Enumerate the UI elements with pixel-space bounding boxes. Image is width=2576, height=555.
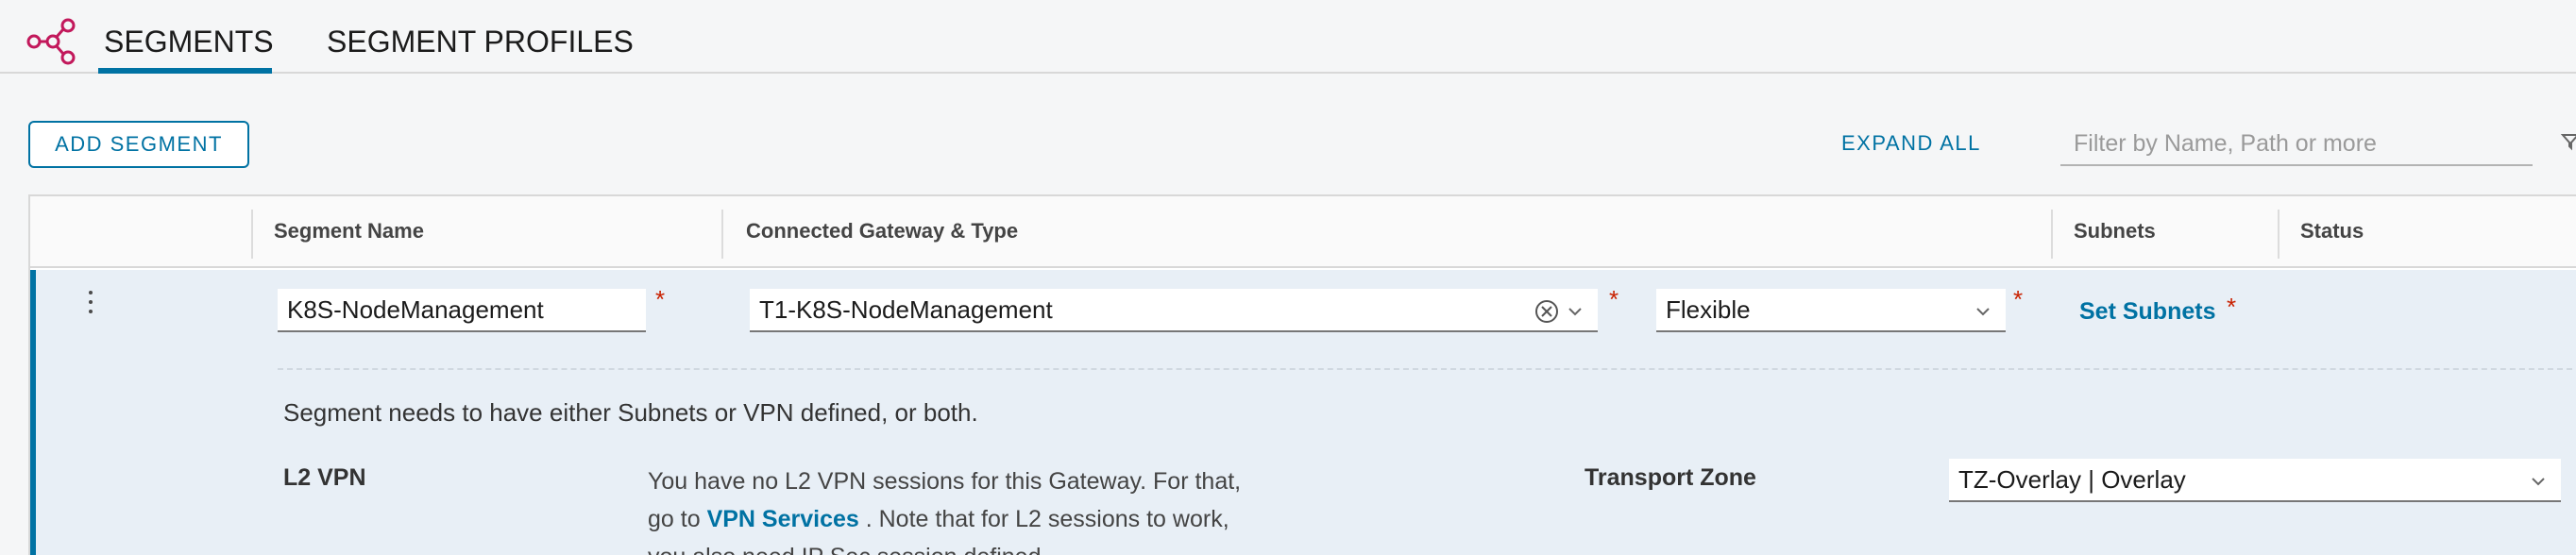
column-divider <box>251 210 253 259</box>
required-marker: * <box>2013 285 2024 313</box>
active-tab-indicator <box>98 68 272 74</box>
expand-all-button[interactable]: EXPAND ALL <box>1841 131 1981 156</box>
transport-zone-select[interactable]: TZ-Overlay | Overlay <box>1949 459 2561 502</box>
clear-icon[interactable] <box>1534 298 1560 325</box>
table-header: Segment Name Connected Gateway & Type Su… <box>30 196 2576 268</box>
column-divider <box>721 210 723 259</box>
transport-zone-label: Transport Zone <box>1585 464 1756 491</box>
vpn-services-link[interactable]: VPN Services <box>707 506 859 532</box>
column-divider <box>2278 210 2279 259</box>
segments-icon <box>26 18 76 65</box>
filter-icon[interactable] <box>2561 132 2576 151</box>
required-marker: * <box>655 285 666 313</box>
l2-vpn-text: You have no L2 VPN sessions for this Gat… <box>648 468 1242 495</box>
row-divider <box>278 368 2572 370</box>
column-header-segment-name[interactable]: Segment Name <box>274 219 424 244</box>
tabs-bar: SEGMENTS SEGMENT PROFILES <box>0 0 2576 74</box>
tab-segments[interactable]: SEGMENTS <box>104 25 274 59</box>
chevron-down-icon[interactable] <box>1568 304 1583 319</box>
column-header-status[interactable]: Status <box>2300 219 2364 244</box>
l2-vpn-text: . Note that for L2 sessions to work, <box>865 506 1229 532</box>
required-marker: * <box>1609 285 1619 313</box>
filter-input[interactable] <box>2060 123 2533 166</box>
set-subnets-link[interactable]: Set Subnets <box>2079 298 2215 326</box>
segment-requirement-note: Segment needs to have either Subnets or … <box>283 398 978 427</box>
column-header-connected-gateway[interactable]: Connected Gateway & Type <box>746 219 1018 244</box>
chevron-down-icon[interactable] <box>2531 474 2546 489</box>
column-header-subnets[interactable]: Subnets <box>2074 219 2156 244</box>
l2-vpn-text: you also need IP Sec session defined. <box>648 544 1047 555</box>
chevron-down-icon[interactable] <box>1975 304 1991 319</box>
segment-name-input[interactable]: K8S-NodeManagement <box>278 289 646 332</box>
column-divider <box>2051 210 2053 259</box>
required-marker: * <box>2227 293 2237 321</box>
table-row: K8S-NodeManagement * T1-K8S-NodeManageme… <box>30 270 2576 555</box>
l2-vpn-message: You have no L2 VPN sessions for this Gat… <box>648 462 1328 555</box>
segments-table: Segment Name Connected Gateway & Type Su… <box>28 194 2576 555</box>
gateway-type-select[interactable]: Flexible <box>1656 289 2006 332</box>
l2-vpn-label: L2 VPN <box>283 464 366 491</box>
add-segment-button[interactable]: ADD SEGMENT <box>28 121 249 168</box>
gateway-select[interactable]: T1-K8S-NodeManagement <box>750 289 1598 332</box>
tab-segment-profiles[interactable]: SEGMENT PROFILES <box>327 25 634 59</box>
row-actions-menu-icon[interactable] <box>81 291 100 325</box>
l2-vpn-text: go to <box>648 506 701 532</box>
